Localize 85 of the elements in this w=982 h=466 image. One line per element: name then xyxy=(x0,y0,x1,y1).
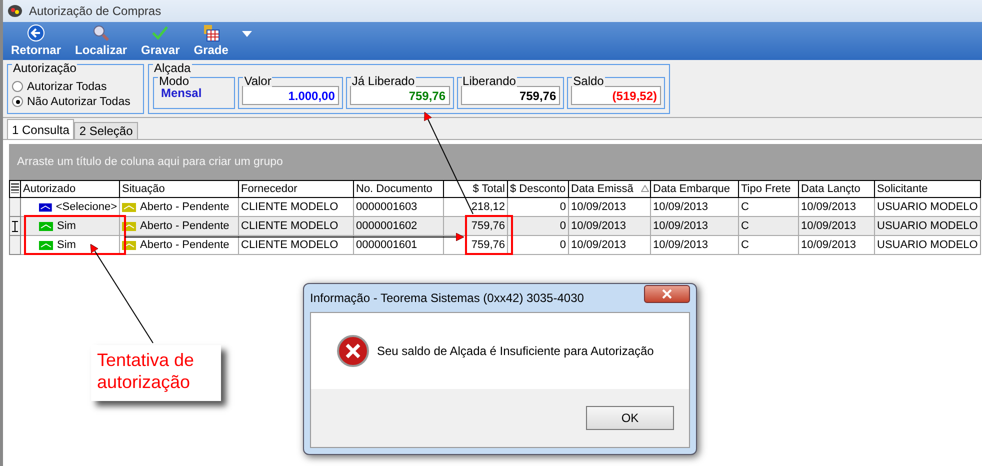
cell-text: 10/09/2013 xyxy=(571,239,626,251)
dialog-title: Informação - Teorema Sistemas (0xx42) 3035-4030 xyxy=(310,291,584,305)
column-header[interactable]: Data Emissã xyxy=(569,180,651,198)
toolbar-button[interactable]: Grade xyxy=(194,24,228,57)
cell-text: 10/09/2013 xyxy=(571,220,626,232)
column-header[interactable]: Data Lançto xyxy=(799,180,875,198)
flag-icon xyxy=(39,222,53,230)
column-header[interactable]: No. Documento xyxy=(354,180,444,198)
cell-text: 10/09/2013 xyxy=(801,220,856,232)
column-chooser-icon[interactable] xyxy=(9,180,21,198)
cell-text: USUARIO MODELO xyxy=(877,220,978,232)
field-label: Liberando xyxy=(462,75,517,87)
cell-text: 0 xyxy=(560,220,566,232)
toolbar-button[interactable]: Gravar xyxy=(141,24,180,57)
checkmark-icon xyxy=(151,24,170,42)
cell-text: 10/09/2013 xyxy=(571,201,626,213)
highlight-frame xyxy=(465,215,513,255)
field-label: Saldo xyxy=(572,75,605,87)
mode-value: Mensal xyxy=(160,86,202,100)
column-header[interactable]: Solicitante xyxy=(875,180,981,198)
column-header[interactable]: Autorizado xyxy=(21,180,120,198)
cell-text: Sim xyxy=(57,239,76,251)
flag-icon xyxy=(39,240,53,250)
field-label: Modo xyxy=(158,75,190,87)
cell-text: 10/09/2013 xyxy=(653,201,708,213)
column-header[interactable]: $ Desconto xyxy=(508,180,569,198)
column-header[interactable]: Fornecedor xyxy=(239,180,354,198)
cell-text: 0000001603 xyxy=(356,201,418,213)
cell-text: CLIENTE MODELO xyxy=(241,220,338,232)
close-button[interactable] xyxy=(644,285,690,303)
tab[interactable]: 1 Consulta xyxy=(7,119,74,139)
column-header[interactable]: $ Total xyxy=(444,180,508,198)
cell-text: USUARIO MODELO xyxy=(877,239,978,251)
cell-text: 0 xyxy=(560,201,566,213)
cell-text: 218,12 xyxy=(471,201,505,213)
annotation-callout: Tentativa de autorização xyxy=(91,345,221,401)
cell-text: 10/09/2013 xyxy=(801,239,856,251)
field-label: Valor xyxy=(243,75,272,87)
column-header[interactable]: Tipo Frete xyxy=(739,180,799,198)
cell-text: 0000001602 xyxy=(356,220,418,232)
value-field[interactable]: (519,52) xyxy=(571,86,661,105)
cell-text: 10/09/2013 xyxy=(653,239,708,251)
cell-text: C xyxy=(741,201,749,213)
close-icon xyxy=(662,289,672,299)
window-title: Autorização de Compras xyxy=(29,4,162,18)
cell-text: Sim xyxy=(57,220,76,232)
value-field[interactable]: 1.000,00 xyxy=(242,86,339,105)
cell-text: 10/09/2013 xyxy=(801,201,856,213)
value-field[interactable]: 759,76 xyxy=(350,86,450,105)
value-field[interactable]: 759,76 xyxy=(460,86,560,105)
cell-text: <Selecione> xyxy=(56,201,117,213)
search-icon xyxy=(92,24,110,42)
tab[interactable]: 2 Seleção xyxy=(74,122,138,139)
cell-text: 0000001601 xyxy=(356,239,418,251)
app-icon xyxy=(7,4,23,18)
radio-option[interactable]: Não Autorizar Todas xyxy=(12,94,139,109)
group-title: Autorização xyxy=(12,62,78,74)
cell-text: 0 xyxy=(560,239,566,251)
cell-text: C xyxy=(741,220,749,232)
sort-arrow-icon xyxy=(641,185,650,192)
cell-text: Aberto - Pendente xyxy=(140,220,230,232)
error-icon xyxy=(337,335,369,367)
row-indicator[interactable] xyxy=(9,217,21,236)
column-header[interactable]: Situação xyxy=(120,180,239,198)
toolbar-button[interactable]: Localizar xyxy=(75,24,128,57)
cell-text: C xyxy=(741,239,749,251)
cell-text: 759,76 xyxy=(471,220,505,232)
cell-text: 10/09/2013 xyxy=(653,220,708,232)
cell-text: CLIENTE MODELO xyxy=(241,239,338,251)
cell-text: USUARIO MODELO xyxy=(877,201,978,213)
column-header[interactable]: Data Embarque xyxy=(651,180,739,198)
cell-text: CLIENTE MODELO xyxy=(241,201,338,213)
flag-icon xyxy=(39,202,52,212)
dropdown-caret-icon[interactable] xyxy=(242,31,252,37)
cell-text: 759,76 xyxy=(471,239,505,251)
group-title: Alçada xyxy=(153,62,192,74)
dialog-message: Seu saldo de Alçada é Insuficiente para Autorização xyxy=(377,344,654,358)
table-icon xyxy=(202,24,220,42)
group-by-hint: Arraste um título de coluna aqui para criar um grupo xyxy=(9,144,982,180)
field-label: Já Liberado xyxy=(350,75,416,87)
cell-text: Aberto - Pendente xyxy=(140,239,230,251)
cell-text: Aberto - Pendente xyxy=(140,201,230,213)
toolbar-button[interactable]: Retornar xyxy=(11,24,62,57)
ok-button[interactable]: OK xyxy=(586,406,674,430)
radio-option[interactable]: Autorizar Todas xyxy=(12,79,139,94)
